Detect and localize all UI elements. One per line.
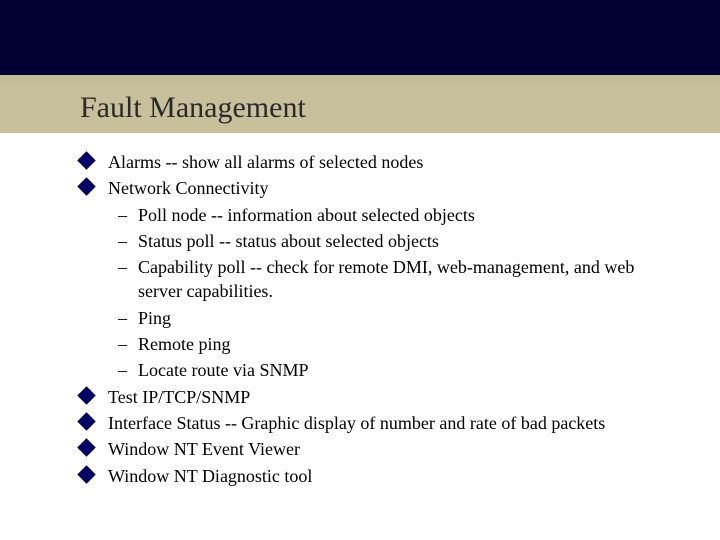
list-item: Interface Status -- Graphic display of n… <box>80 411 660 435</box>
slide-content: Alarms -- show all alarms of selected no… <box>80 150 660 490</box>
sub-list-item: –Locate route via SNMP <box>108 358 660 382</box>
dash-icon: – <box>118 255 127 279</box>
title-strip: Fault Management <box>0 83 720 133</box>
list-item: Window NT Diagnostic tool <box>80 464 660 488</box>
sub-list-item-text: Ping <box>138 308 171 328</box>
sub-list-item-text: Locate route via SNMP <box>138 360 308 380</box>
list-item-text: Test IP/TCP/SNMP <box>108 387 250 407</box>
sub-list-item-text: Status poll -- status about selected obj… <box>138 231 439 251</box>
list-item-text: Window NT Diagnostic tool <box>108 466 312 486</box>
header-bar <box>0 0 720 75</box>
bullet-list: Alarms -- show all alarms of selected no… <box>80 150 660 488</box>
sub-list-item-text: Remote ping <box>138 334 231 354</box>
list-item: Test IP/TCP/SNMP <box>80 385 660 409</box>
slide-title: Fault Management <box>80 91 306 125</box>
sub-list-item: –Capability poll -- check for remote DMI… <box>108 255 660 304</box>
accent-bar <box>0 75 720 83</box>
dash-icon: – <box>118 229 127 253</box>
list-item: Alarms -- show all alarms of selected no… <box>80 150 660 174</box>
sub-list-item-text: Capability poll -- check for remote DMI,… <box>138 257 634 301</box>
list-item: Network Connectivity–Poll node -- inform… <box>80 176 660 382</box>
diamond-bullet-icon <box>77 465 95 483</box>
sub-list-item-text: Poll node -- information about selected … <box>138 205 475 225</box>
sub-list-item: –Poll node -- information about selected… <box>108 203 660 227</box>
list-item-text: Network Connectivity <box>108 178 268 198</box>
diamond-bullet-icon <box>77 412 95 430</box>
list-item-text: Window NT Event Viewer <box>108 439 300 459</box>
diamond-bullet-icon <box>77 439 95 457</box>
sub-list-item: –Status poll -- status about selected ob… <box>108 229 660 253</box>
sub-list-item: –Ping <box>108 306 660 330</box>
slide: Fault Management Alarms -- show all alar… <box>0 0 720 540</box>
sub-list-item: –Remote ping <box>108 332 660 356</box>
sub-list: –Poll node -- information about selected… <box>108 203 660 383</box>
dash-icon: – <box>118 332 127 356</box>
dash-icon: – <box>118 306 127 330</box>
dash-icon: – <box>118 358 127 382</box>
list-item: Window NT Event Viewer <box>80 437 660 461</box>
diamond-bullet-icon <box>77 386 95 404</box>
list-item-text: Interface Status -- Graphic display of n… <box>108 413 605 433</box>
list-item-text: Alarms -- show all alarms of selected no… <box>108 152 423 172</box>
diamond-bullet-icon <box>77 151 95 169</box>
diamond-bullet-icon <box>77 178 95 196</box>
dash-icon: – <box>118 203 127 227</box>
